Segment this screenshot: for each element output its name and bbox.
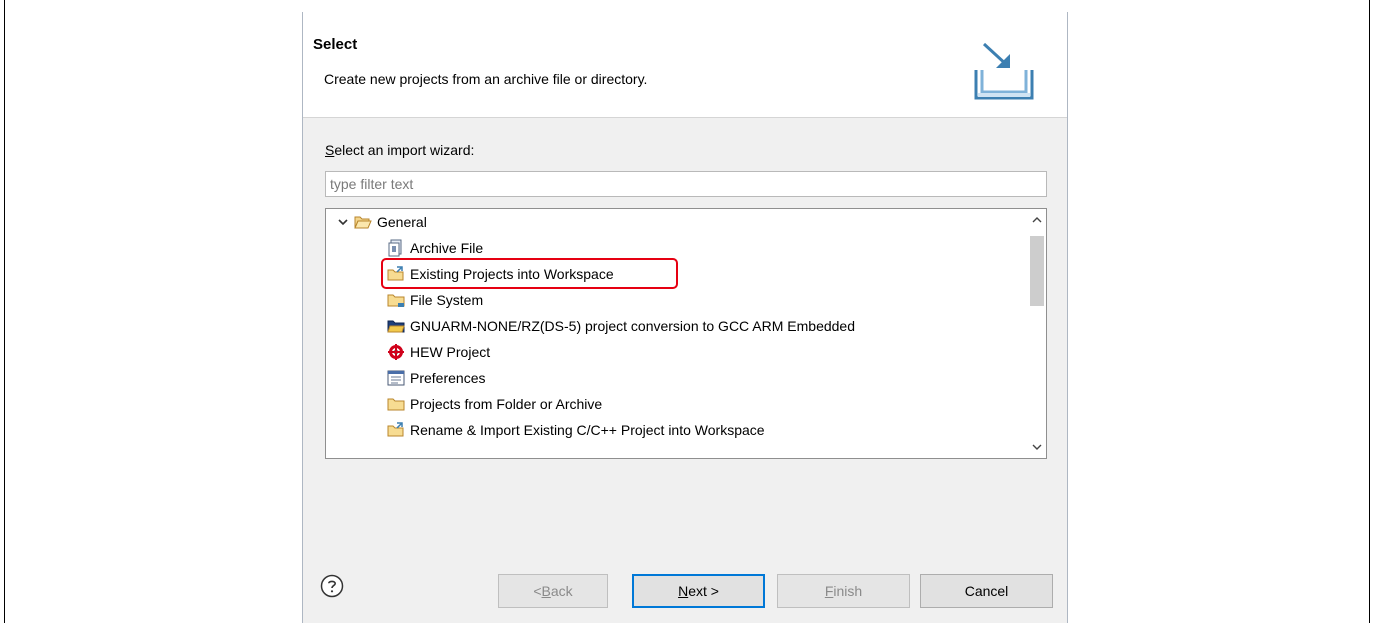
tree-item-gnuarm-conversion[interactable]: GNUARM-NONE/RZ(DS-5) project conversion … xyxy=(387,313,855,339)
hew-icon xyxy=(387,343,405,361)
wizard-label: Select an import wizard: xyxy=(325,142,475,158)
finish-button[interactable]: Finish xyxy=(777,574,910,608)
tree-item-rename-import[interactable]: Rename & Import Existing C/C++ Project i… xyxy=(387,417,765,443)
filter-input[interactable] xyxy=(325,171,1047,197)
tree-group-general[interactable]: General xyxy=(336,209,427,235)
import-project-icon xyxy=(387,265,405,283)
import-project-icon xyxy=(387,421,405,439)
chevron-down-icon[interactable] xyxy=(336,215,350,229)
page-description: Create new projects from an archive file… xyxy=(324,71,648,87)
folder-icon xyxy=(387,291,405,309)
page-border-right xyxy=(1369,0,1370,623)
wizard-tree[interactable]: General Archive File Existing Projects i… xyxy=(325,208,1047,459)
page-title: Select xyxy=(313,36,358,53)
tree-item-existing-projects[interactable]: Existing Projects into Workspace xyxy=(387,261,614,287)
gnuarm-folder-icon xyxy=(387,317,405,335)
scroll-up-icon[interactable] xyxy=(1028,211,1046,229)
tree-scrollbar[interactable] xyxy=(1028,209,1046,458)
preferences-icon xyxy=(387,369,405,387)
archive-file-icon xyxy=(387,239,405,257)
tree-item-file-system[interactable]: File System xyxy=(387,287,483,313)
folder-icon xyxy=(387,395,405,413)
help-icon[interactable] xyxy=(320,574,344,598)
page-border-left xyxy=(4,0,5,623)
open-folder-icon xyxy=(354,213,372,231)
tree-item-hew-project[interactable]: HEW Project xyxy=(387,339,490,365)
import-wizard-icon xyxy=(974,42,1034,100)
tree-item-preferences[interactable]: Preferences xyxy=(387,365,485,391)
tree-item-projects-from-folder[interactable]: Projects from Folder or Archive xyxy=(387,391,602,417)
scroll-down-icon[interactable] xyxy=(1028,438,1046,456)
cancel-button[interactable]: Cancel xyxy=(920,574,1053,608)
back-button[interactable]: < Back xyxy=(498,574,608,608)
tree-item-archive-file[interactable]: Archive File xyxy=(387,235,483,261)
next-button[interactable]: Next > xyxy=(632,574,765,608)
import-dialog: Select Create new projects from an archi… xyxy=(302,12,1068,623)
dialog-header: Select Create new projects from an archi… xyxy=(303,12,1067,118)
tree-group-label: General xyxy=(377,214,427,230)
scroll-thumb[interactable] xyxy=(1030,236,1044,306)
